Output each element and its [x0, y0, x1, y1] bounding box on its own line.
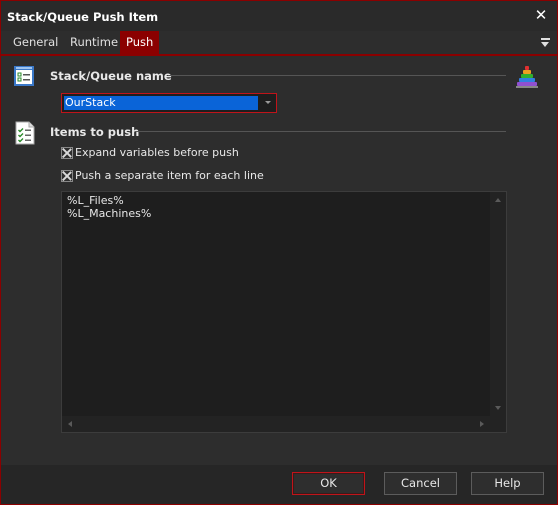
close-icon[interactable]: ✕ — [533, 6, 549, 24]
document-checklist-icon — [14, 121, 36, 145]
pyramid-stack-icon — [515, 65, 539, 89]
stack-list-icon — [13, 65, 35, 87]
items-textarea[interactable]: %L_Files% %L_Machines% — [61, 191, 507, 433]
scroll-up-icon[interactable] — [495, 198, 501, 202]
scrollbar-corner — [490, 416, 506, 432]
stack-name-value[interactable]: OurStack — [64, 96, 258, 110]
help-button[interactable]: Help — [471, 472, 544, 495]
vertical-scrollbar[interactable] — [490, 192, 506, 416]
title-bar: Stack/Queue Push Item ✕ — [1, 1, 557, 31]
stack-name-combobox[interactable]: OurStack — [61, 93, 277, 113]
expand-variables-label[interactable]: Expand variables before push — [75, 146, 239, 159]
section-divider — [168, 75, 506, 76]
chevron-down-icon[interactable] — [265, 101, 271, 104]
window-title: Stack/Queue Push Item — [7, 10, 159, 24]
horizontal-scrollbar[interactable] — [62, 416, 490, 432]
separate-item-label[interactable]: Push a separate item for each line — [75, 169, 264, 182]
scroll-right-icon[interactable] — [480, 421, 484, 427]
tab-general[interactable]: General — [7, 31, 64, 54]
section-divider — [135, 131, 506, 132]
expand-variables-checkbox[interactable] — [61, 147, 73, 159]
scroll-left-icon[interactable] — [68, 421, 72, 427]
scroll-down-icon[interactable] — [495, 406, 501, 410]
tab-runtime[interactable]: Runtime — [64, 31, 124, 54]
dialog-window: Stack/Queue Push Item ✕ General Runtime … — [0, 0, 558, 505]
tab-push[interactable]: Push — [120, 31, 160, 54]
ok-button[interactable]: OK — [292, 472, 365, 495]
items-to-push-label: Items to push — [50, 125, 140, 139]
stack-queue-name-label: Stack/Queue name — [50, 69, 172, 83]
tab-bar: General Runtime Push — [1, 31, 557, 56]
tab-menu-icon[interactable] — [539, 35, 551, 49]
cancel-button[interactable]: Cancel — [384, 472, 457, 495]
items-text[interactable]: %L_Files% %L_Machines% — [67, 194, 151, 220]
separate-item-checkbox[interactable] — [61, 170, 73, 182]
